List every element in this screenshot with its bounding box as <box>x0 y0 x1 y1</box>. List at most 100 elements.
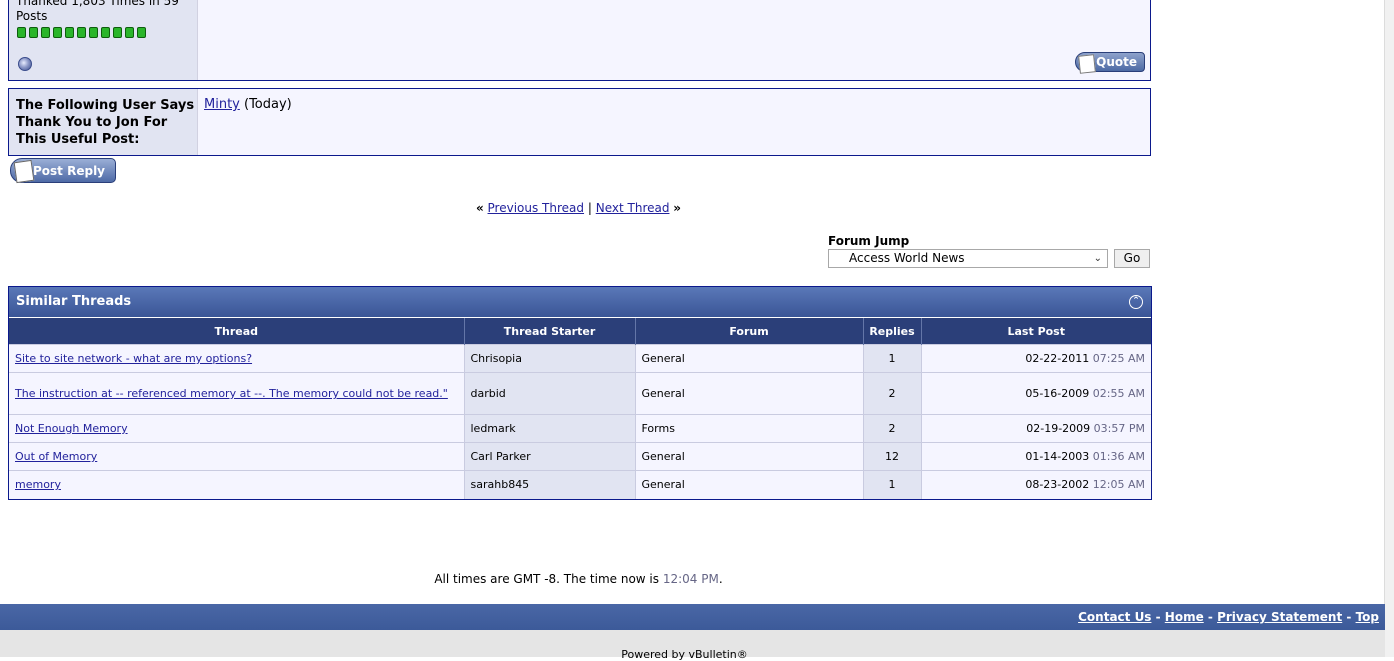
thanks-user-link[interactable]: Minty <box>204 97 240 112</box>
collapse-icon[interactable]: ⌃ <box>1129 295 1143 309</box>
last-post-date: 05-16-2009 <box>1025 387 1090 400</box>
reputation-pip <box>89 27 98 38</box>
similar-threads-table: Thread Thread Starter Forum Replies Last… <box>9 318 1151 499</box>
thread-starter: sarahb845 <box>464 470 636 499</box>
last-post-time: 12:05 AM <box>1092 478 1145 492</box>
last-post-date: 01-14-2003 <box>1025 450 1090 463</box>
online-status-icon <box>18 57 32 71</box>
table-row: Out of Memory Carl Parker General 12 01-… <box>9 442 1151 471</box>
post-user-info: Thanked 1,803 Times in 59 Posts <box>9 0 198 80</box>
thread-link[interactable]: Site to site network - what are my optio… <box>15 352 252 365</box>
last-post-date: 08-23-2002 <box>1025 478 1090 492</box>
similar-threads: Similar Threads ⌃ Thread Thread Starter … <box>8 286 1152 500</box>
thread-last-post: 08-23-2002 12:05 AM <box>921 470 1151 499</box>
forum-jump-title: Forum Jump <box>828 234 910 248</box>
forum-jump-select[interactable]: Access World News ⌄ <box>828 249 1108 268</box>
thanks-count-text: Thanked 1,803 Times in 59 Posts <box>16 0 179 23</box>
contact-us-link[interactable]: Contact Us <box>1078 610 1151 624</box>
timezone-text: All times are GMT -8. The time now is <box>434 572 660 586</box>
thread-forum: General <box>635 344 864 373</box>
chevron-down-icon: ⌄ <box>1093 253 1102 264</box>
thanks-label: The Following User Says Thank You to Jon… <box>16 98 195 147</box>
quote-button[interactable]: Quote <box>1075 52 1145 74</box>
thanks-when: (Today) <box>244 97 292 112</box>
col-thread: Thread <box>9 318 465 345</box>
quote-icon <box>1078 54 1096 74</box>
next-thread-link[interactable]: Next Thread <box>596 201 670 215</box>
post-reply-icon <box>13 159 35 184</box>
footer-bar: Contact Us - Home - Privacy Statement - … <box>0 604 1385 630</box>
thread-forum: General <box>635 372 864 415</box>
last-post-date: 02-22-2011 <box>1025 352 1090 365</box>
col-forum: Forum <box>635 318 864 345</box>
reputation-pip <box>113 27 122 38</box>
col-last-post: Last Post <box>921 318 1151 345</box>
privacy-statement-link[interactable]: Privacy Statement <box>1217 610 1342 624</box>
nav-separator: | <box>587 201 592 215</box>
thread-replies: 12 <box>863 442 922 471</box>
reputation-pip <box>125 27 134 38</box>
reputation-pip <box>53 27 62 38</box>
similar-threads-title: Similar Threads <box>16 294 132 309</box>
thread-forum: Forms <box>635 414 864 443</box>
thread-replies: 1 <box>863 470 922 499</box>
table-row: memory sarahb845 General 1 08-23-2002 12… <box>9 470 1151 499</box>
powered-by: Powered by vBulletin® <box>621 648 748 661</box>
thread-link[interactable]: The instruction at -- referenced memory … <box>15 387 448 400</box>
left-arrow: « <box>475 201 484 215</box>
reputation-pip <box>41 27 50 38</box>
thread-link[interactable]: Out of Memory <box>15 450 97 463</box>
timezone-notice: All times are GMT -8. The time now is 12… <box>0 572 1157 586</box>
reputation-pip <box>29 27 38 38</box>
timezone-suffix: . <box>718 572 723 586</box>
footer-bottom: Powered by vBulletin® <box>0 630 1385 661</box>
similar-threads-header: Similar Threads ⌃ <box>9 287 1151 318</box>
thanks-box: The Following User Says Thank You to Jon… <box>8 88 1151 156</box>
table-row: The instruction at -- referenced memory … <box>9 372 1151 415</box>
table-header-row: Thread Thread Starter Forum Replies Last… <box>9 318 1151 345</box>
last-post-time: 03:57 PM <box>1093 422 1145 435</box>
last-post-time: 07:25 AM <box>1092 352 1145 365</box>
thread-starter: Chrisopia <box>464 344 636 373</box>
quote-label: Quote <box>1096 55 1137 69</box>
post-reply-label: Post Reply <box>33 163 105 178</box>
reputation-pip <box>137 27 146 38</box>
current-time: 12:04 PM <box>662 572 719 586</box>
page-scrollbar[interactable] <box>1384 0 1394 657</box>
thread-link[interactable]: Not Enough Memory <box>15 422 128 435</box>
thread-last-post: 05-16-2009 02:55 AM <box>921 372 1151 415</box>
forum-jump: Forum Jump Access World News ⌄ Go <box>828 234 1150 268</box>
last-post-date: 02-19-2009 <box>1026 422 1091 435</box>
thread-starter: darbid <box>464 372 636 415</box>
post-reply-button[interactable]: Post Reply <box>10 158 116 184</box>
thread-starter: ledmark <box>464 414 636 443</box>
reputation-pip <box>77 27 86 38</box>
last-post-time: 01:36 AM <box>1092 450 1145 463</box>
thread-starter: Carl Parker <box>464 442 636 471</box>
previous-thread-link[interactable]: Previous Thread <box>488 201 585 215</box>
post-block: Thanked 1,803 Times in 59 Posts Quote <box>8 0 1151 81</box>
right-arrow: » <box>673 201 682 215</box>
thread-replies: 2 <box>863 372 922 415</box>
home-link[interactable]: Home <box>1165 610 1204 624</box>
thread-last-post: 02-19-2009 03:57 PM <box>921 414 1151 443</box>
thread-last-post: 02-22-2011 07:25 AM <box>921 344 1151 373</box>
thread-forum: General <box>635 470 864 499</box>
footer-links: Contact Us - Home - Privacy Statement - … <box>1078 610 1379 624</box>
reputation-pip <box>17 27 26 38</box>
reputation-pip <box>101 27 110 38</box>
thread-replies: 2 <box>863 414 922 443</box>
thanks-users: Minty (Today) <box>204 97 292 112</box>
last-post-time: 02:55 AM <box>1092 387 1145 400</box>
col-replies: Replies <box>863 318 922 345</box>
thread-navigation: « Previous Thread | Next Thread » <box>0 201 1157 215</box>
thread-replies: 1 <box>863 344 922 373</box>
thanks-label-cell: The Following User Says Thank You to Jon… <box>9 89 198 155</box>
col-thread-starter: Thread Starter <box>464 318 636 345</box>
thread-link[interactable]: memory <box>15 478 61 491</box>
go-button[interactable]: Go <box>1114 249 1150 268</box>
thread-last-post: 01-14-2003 01:36 AM <box>921 442 1151 471</box>
top-link[interactable]: Top <box>1356 610 1379 624</box>
table-row: Site to site network - what are my optio… <box>9 344 1151 373</box>
table-row: Not Enough Memory ledmark Forms 2 02-19-… <box>9 414 1151 443</box>
